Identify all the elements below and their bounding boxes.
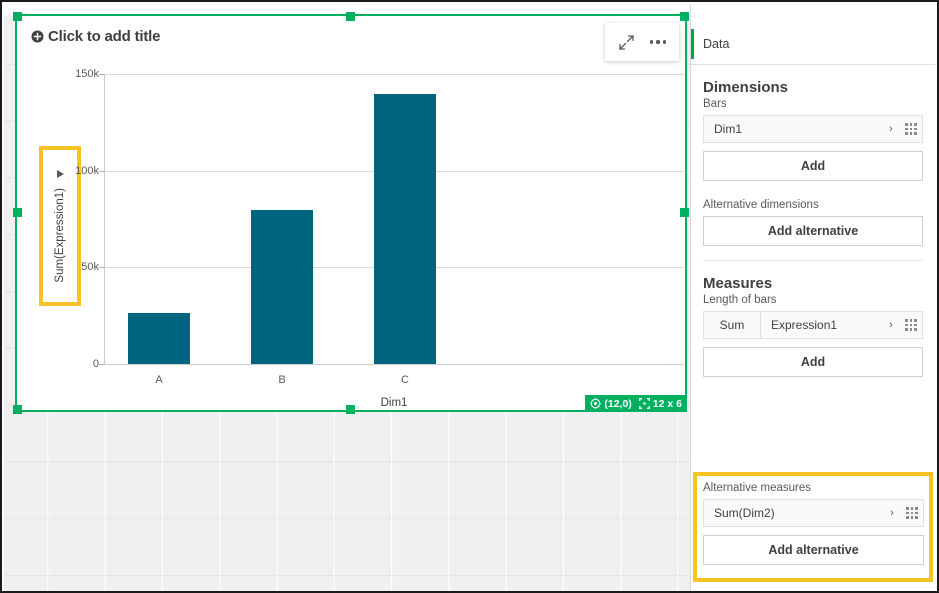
position-value: (12,0)	[604, 397, 632, 410]
y-tick-label: 0	[92, 358, 99, 370]
chevron-right-icon[interactable]: ›	[882, 312, 900, 338]
add-alternative-measure-button[interactable]: Add alternative	[703, 535, 924, 565]
dimensions-sub-label: Bars	[703, 98, 727, 110]
y-tick-label: 50k	[81, 261, 99, 273]
alternative-measure-item-sum-dim2[interactable]: Sum(Dim2) ›	[703, 499, 924, 527]
bars-container	[104, 74, 684, 364]
drag-grip-icon[interactable]	[900, 312, 922, 338]
panel-header-label: Data	[703, 37, 730, 51]
resize-handle-top-left[interactable]	[13, 12, 22, 21]
add-dimension-button[interactable]: Add	[703, 151, 923, 181]
target-icon	[590, 398, 602, 409]
y-axis-ticks: 0 50k 100k 150k	[39, 16, 99, 410]
add-alternative-dimension-button[interactable]: Add alternative	[703, 216, 923, 246]
dimensions-section-title: Dimensions	[703, 79, 789, 96]
measure-aggregation-label: Sum	[704, 312, 761, 338]
resize-grid-icon	[638, 398, 650, 409]
y-tick-label: 150k	[75, 68, 99, 80]
resize-handle-bottom-left[interactable]	[13, 405, 22, 414]
object-status-badges: (12,0) 12 x 6	[585, 395, 687, 412]
resize-handle-middle-right[interactable]	[680, 208, 689, 217]
panel-header-data[interactable]: Data	[691, 24, 935, 65]
y-tick-label: 100k	[75, 165, 99, 177]
expand-arrows-icon[interactable]	[611, 27, 641, 57]
size-value: 12 x 6	[652, 397, 682, 410]
x-tick-label: B	[278, 374, 286, 386]
measure-item-name: Expression1	[771, 318, 838, 332]
object-toolbar[interactable]	[605, 23, 679, 61]
measure-item-expression1[interactable]: Sum Expression1 ›	[703, 311, 923, 339]
add-measure-button[interactable]: Add	[703, 347, 923, 377]
resize-handle-middle-left[interactable]	[13, 208, 22, 217]
sheet-canvas[interactable]: Click to add title Sum(Expression1) 0 50…	[4, 4, 692, 591]
bar-B[interactable]	[251, 210, 313, 364]
dimension-item-dim1[interactable]: Dim1 ›	[703, 115, 923, 143]
drag-grip-icon[interactable]	[901, 500, 923, 526]
chevron-right-icon[interactable]: ›	[882, 116, 900, 142]
properties-panel: Data Dimensions Bars Dim1 › Add Alternat…	[690, 4, 935, 591]
drag-grip-icon[interactable]	[900, 116, 922, 142]
chart-plot: Sum(Expression1) 0 50k 100k 150k A B C D…	[17, 16, 685, 410]
alternative-dimensions-label: Alternative dimensions	[703, 199, 819, 211]
ellipsis-icon[interactable]	[643, 27, 673, 57]
chevron-right-icon[interactable]: ›	[883, 500, 901, 526]
resize-handle-bottom-center[interactable]	[346, 405, 355, 414]
size-badge: 12 x 6	[637, 395, 687, 412]
dimension-item-name: Dim1	[714, 122, 743, 136]
alternative-measures-block: Alternative measures Sum(Dim2) › Add alt…	[703, 482, 924, 573]
position-badge: (12,0)	[585, 395, 636, 412]
bar-A[interactable]	[128, 313, 190, 364]
bar-chart-object[interactable]: Click to add title Sum(Expression1) 0 50…	[13, 12, 689, 414]
resize-handle-top-right[interactable]	[680, 12, 689, 21]
bar-C[interactable]	[374, 94, 436, 364]
measures-sub-label: Length of bars	[703, 294, 777, 306]
resize-handle-top-center[interactable]	[346, 12, 355, 21]
alternative-measure-item-name: Sum(Dim2)	[714, 506, 775, 520]
measures-section-title: Measures	[703, 275, 773, 292]
x-axis-line	[104, 364, 684, 365]
x-tick-label: A	[155, 374, 163, 386]
x-tick-label: C	[401, 374, 409, 386]
alternative-measures-label: Alternative measures	[703, 482, 812, 494]
panel-divider	[703, 260, 923, 261]
panel-body: Dimensions Bars Dim1 › Add Alternative d…	[691, 79, 935, 377]
app-window: Click to add title Sum(Expression1) 0 50…	[0, 0, 939, 593]
